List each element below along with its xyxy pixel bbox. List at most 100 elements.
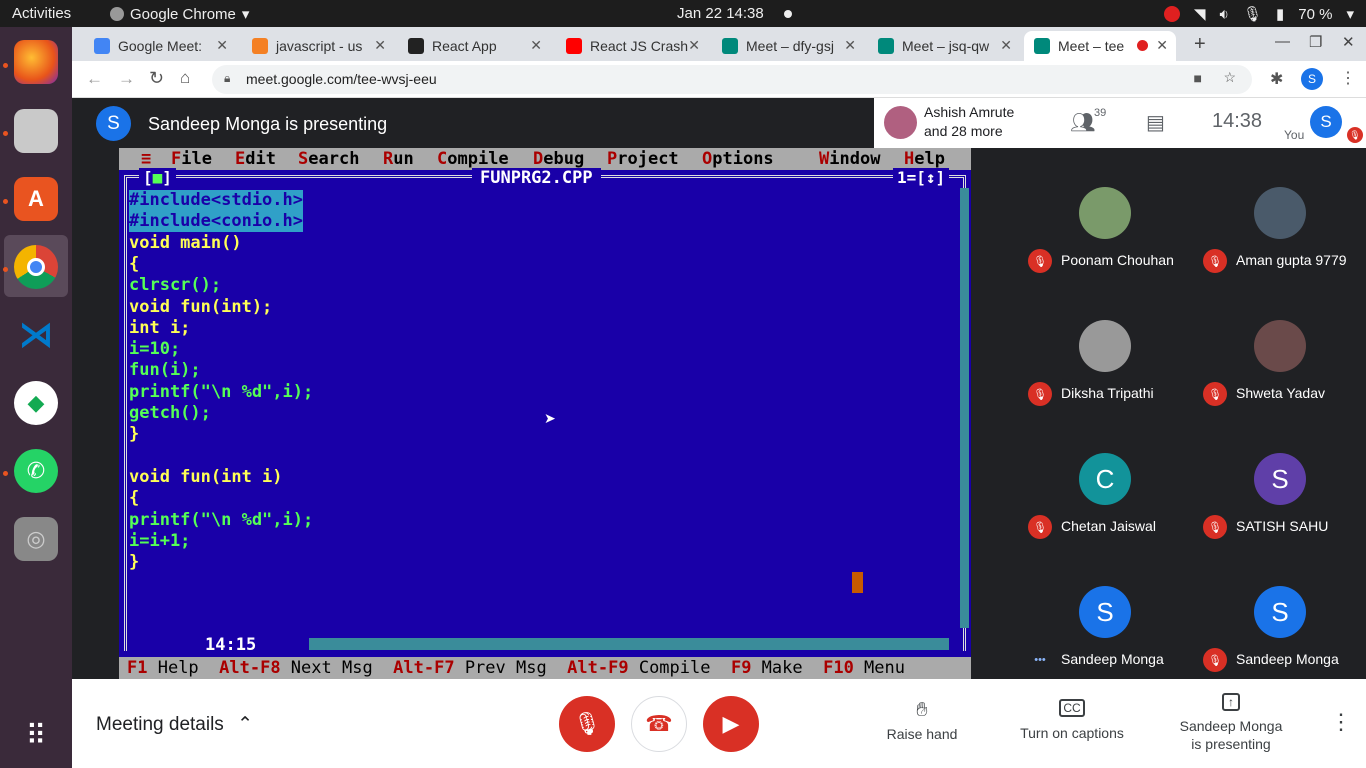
tab[interactable]: javascript - us ✕: [242, 31, 394, 61]
camera-icon[interactable]: ■: [1194, 70, 1202, 86]
address-bar[interactable]: 🔒︎ meet.google.com/tee-wvsj-eeu ■ ☆: [212, 65, 1252, 94]
tc-menu-item[interactable]: Debug: [533, 149, 584, 169]
forward-icon[interactable]: →: [118, 69, 135, 89]
muted-icon: 🎙︎: [1028, 249, 1052, 273]
reload-icon[interactable]: ↻: [149, 68, 164, 89]
chrome-icon[interactable]: [14, 245, 58, 289]
new-tab-button[interactable]: +: [1194, 33, 1206, 56]
host-chip[interactable]: Ashish Amrute and 28 more: [874, 98, 1048, 148]
code-line: #include<stdio.h>: [129, 190, 303, 211]
tc-menu-hotkey: D: [533, 149, 544, 169]
camera-off-button[interactable]: ▶: [703, 696, 759, 752]
close-icon[interactable]: ✕: [1000, 37, 1012, 54]
participant-tile[interactable]: 🎙︎ Poonam Chouhan: [1018, 187, 1192, 320]
back-icon[interactable]: ←: [86, 69, 103, 89]
vscode-icon[interactable]: ⋊: [14, 313, 58, 357]
app-menu[interactable]: Google Chrome ▾: [110, 5, 249, 23]
maximize-button[interactable]: ❐: [1309, 33, 1322, 51]
tab[interactable]: Google Meet: ✕: [84, 31, 236, 61]
people-icon[interactable]: 👥︎: [1070, 110, 1095, 135]
tc-footer-key: F1: [127, 658, 148, 678]
tc-menu-item[interactable]: Search: [298, 149, 359, 169]
code-line: int i;: [129, 317, 191, 338]
tc-menu-item[interactable]: Window: [819, 149, 880, 169]
software-center-icon[interactable]: A: [14, 177, 58, 221]
tc-menu-item[interactable]: Help: [904, 149, 945, 169]
mongodb-compass-icon[interactable]: ◆: [14, 381, 58, 425]
tc-menu-item[interactable]: ≡: [141, 149, 151, 169]
system-tray[interactable]: ◥ 🔉︎ 🎙︎ ▮ 70 % ▾: [1163, 5, 1354, 23]
whatsapp-icon[interactable]: ✆: [14, 449, 58, 493]
close-window-button[interactable]: ✕: [1342, 33, 1355, 51]
tab[interactable]: Meet – jsq-qw ✕: [868, 31, 1020, 61]
firefox-icon[interactable]: [14, 40, 58, 84]
raise-hand-button[interactable]: ✋︎ Raise hand: [884, 699, 960, 749]
tc-menu-hotkey: S: [298, 149, 309, 169]
bookmark-star-icon[interactable]: ☆: [1223, 69, 1236, 86]
chat-icon[interactable]: ▤: [1146, 110, 1165, 135]
tc-footer-key: Alt-F7: [393, 658, 455, 678]
participant-tile[interactable]: C 🎙︎ Chetan Jaiswal: [1018, 453, 1192, 586]
tab[interactable]: React JS Crash ✕: [556, 31, 708, 61]
participant-avatar: C: [1079, 453, 1131, 505]
participant-tile[interactable]: 🎙︎ Aman gupta 9779: [1193, 187, 1366, 320]
mic-off-button[interactable]: 🎙︎: [559, 696, 615, 752]
more-options-icon[interactable]: ⋮: [1330, 709, 1352, 735]
code-line: void fun(int i): [129, 466, 283, 487]
tc-menu-item[interactable]: File: [171, 149, 212, 169]
tc-menu-item[interactable]: Run: [383, 149, 414, 169]
tc-menu-item[interactable]: Edit: [235, 149, 276, 169]
google-icon: [94, 38, 110, 54]
close-icon[interactable]: ✕: [844, 37, 856, 54]
chrome-menu-icon[interactable]: ⋮: [1340, 68, 1356, 88]
raise-hand-label: Raise hand: [886, 726, 958, 742]
code-line: printf("\n %d",i);: [129, 381, 314, 402]
tc-footer-label: Compile: [628, 658, 731, 678]
presentation-screen: ≡ File Edit Search Run Compile Debug Project Opt…: [119, 148, 971, 679]
tab[interactable]: React App ✕: [398, 31, 550, 61]
participant-tile[interactable]: 🎙︎ Diksha Tripathi: [1018, 320, 1192, 453]
meet-area: S Sandeep Monga is presenting Ashish Amr…: [72, 98, 1366, 679]
captions-button[interactable]: CC Turn on captions: [1017, 699, 1127, 749]
close-icon[interactable]: ✕: [216, 37, 228, 54]
code-line: i=10;: [129, 339, 181, 360]
running-indicator: [3, 471, 8, 476]
tc-footer-key: F9: [730, 658, 752, 678]
home-icon[interactable]: ⌂: [180, 68, 190, 88]
clock[interactable]: Jan 22 14:38: [677, 5, 792, 22]
tc-menu-item[interactable]: Options: [702, 149, 774, 169]
tc-menu-item[interactable]: Project: [607, 149, 679, 169]
horizontal-scrollbar[interactable]: [309, 638, 949, 650]
participant-avatar: [1079, 187, 1131, 239]
present-button[interactable]: ↑ Sandeep Monga is presenting: [1172, 693, 1290, 759]
tc-menu-hotkey: P: [607, 149, 618, 169]
tab[interactable]: Meet – dfy-gsj ✕: [712, 31, 864, 61]
show-apps-icon[interactable]: ⠿: [14, 713, 58, 757]
running-indicator: [3, 63, 8, 68]
vertical-scrollbar[interactable]: [960, 188, 969, 628]
close-icon[interactable]: ✕: [1156, 37, 1168, 54]
participant-name: SATISH SAHU: [1236, 518, 1329, 534]
clock-text: Jan 22 14:38: [677, 5, 764, 22]
tc-menu-item[interactable]: Compile: [437, 149, 509, 169]
close-icon[interactable]: ✕: [374, 37, 386, 54]
participant-tile[interactable]: S 🎙︎ SATISH SAHU: [1193, 453, 1366, 586]
chevron-down-icon: ▾: [241, 6, 250, 23]
files-icon[interactable]: [14, 109, 58, 153]
activities-button[interactable]: Activities: [12, 5, 71, 22]
presenting-text: Sandeep Monga is presenting: [148, 114, 388, 134]
extensions-icon[interactable]: ✱: [1270, 69, 1283, 89]
window-close-box[interactable]: [■]: [139, 168, 176, 187]
participant-tile[interactable]: 🎙︎ Shweta Yadav: [1193, 320, 1366, 453]
close-icon[interactable]: ✕: [688, 37, 700, 54]
self-avatar[interactable]: S: [1310, 106, 1342, 138]
close-icon[interactable]: ✕: [530, 37, 542, 54]
disk-icon[interactable]: ◎: [14, 517, 58, 561]
tc-footer-label: Help: [147, 658, 220, 678]
tc-menu-hotkey: E: [235, 149, 246, 169]
minimize-button[interactable]: —: [1275, 33, 1290, 50]
profile-avatar[interactable]: S: [1301, 68, 1323, 90]
meeting-details-button[interactable]: Meeting details ⌃: [96, 713, 253, 736]
hang-up-button[interactable]: ☎︎: [631, 696, 687, 752]
tab-active[interactable]: Meet – tee ✕: [1024, 31, 1176, 61]
